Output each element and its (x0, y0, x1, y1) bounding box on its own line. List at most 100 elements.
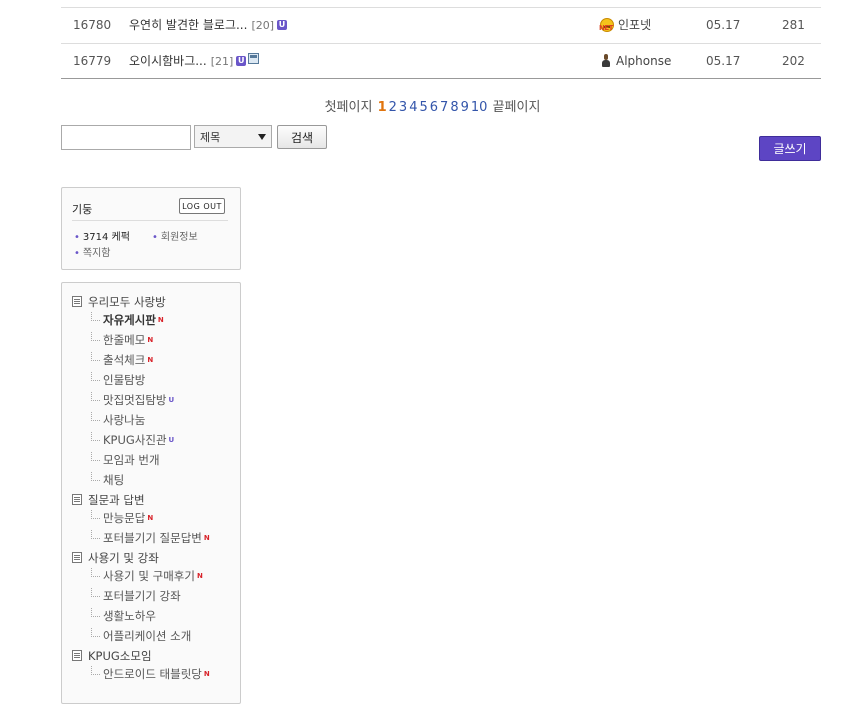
menu-category-label[interactable]: KPUG소모임 (88, 649, 152, 663)
tree-branch-icon (91, 432, 100, 441)
menu-item-label[interactable]: 자유게시판 (103, 313, 156, 327)
table-row[interactable]: 16779 오이시함바그... [21] U Alphonse 05.17 202 (61, 43, 821, 79)
menu-item-label[interactable]: 한줄메모 (103, 333, 145, 347)
menu-item-label[interactable]: 맛집멋집탐방 (103, 393, 166, 407)
menu-item-label[interactable]: 포터블기기 강좌 (103, 589, 181, 603)
member-info-link[interactable]: • 회원정보 (152, 228, 198, 243)
menu-item-android-tablet[interactable]: 안드로이드 태블릿당 N (91, 666, 210, 682)
member-level-icon (600, 54, 612, 68)
menu-category-label[interactable]: 사용기 및 강좌 (88, 551, 159, 565)
page-link[interactable]: 6 (430, 100, 438, 115)
new-badge: N (157, 316, 164, 324)
tree-branch-icon (91, 510, 100, 519)
menu-item-one-line-memo[interactable]: 한줄메모 N (91, 332, 153, 348)
menu-category[interactable]: 사용기 및 강좌 (72, 550, 159, 566)
menu-item-photo-gallery[interactable]: KPUG사진관 U (91, 432, 174, 448)
post-date: 05.17 (706, 18, 741, 32)
post-title[interactable]: 우연히 발견한 블로그... (129, 18, 247, 32)
page-link[interactable]: 2 (389, 100, 397, 115)
menu-item-label[interactable]: 안드로이드 태블릿당 (103, 667, 202, 681)
menu-item-label[interactable]: 만능문답 (103, 511, 145, 525)
tree-branch-icon (91, 352, 100, 361)
points-value[interactable]: 3714 케퍽 (83, 232, 130, 243)
tree-branch-icon (91, 332, 100, 341)
menu-item-label[interactable]: 모임과 번개 (103, 453, 160, 467)
first-page-link[interactable]: 첫페이지 (325, 100, 373, 115)
menu-category-label[interactable]: 질문과 답변 (88, 493, 145, 507)
points-link[interactable]: • 3714 케퍽 (74, 228, 130, 243)
updated-icon: U (236, 56, 247, 66)
menu-item-label[interactable]: 사용기 및 구매후기 (103, 569, 195, 583)
table-bottom-rule (61, 78, 821, 79)
pagination: 첫페이지 1 2 3 4 5 6 7 8 9 10 끝페이지 (0, 96, 865, 115)
bullet-icon: • (74, 232, 80, 243)
write-post-button[interactable]: 글쓰기 (759, 136, 821, 161)
menu-category[interactable]: 질문과 답변 (72, 492, 145, 508)
menu-item-label[interactable]: 출석체크 (103, 353, 145, 367)
search-input[interactable] (61, 125, 191, 150)
tree-branch-icon (91, 530, 100, 539)
menu-item-restaurants[interactable]: 맛집멋집탐방 U (91, 392, 174, 408)
last-page-link[interactable]: 끝페이지 (493, 100, 541, 115)
menu-item-qna[interactable]: 만능문답 N (91, 510, 153, 526)
menu-item-label[interactable]: 포터블기기 질문답변 (103, 531, 202, 545)
post-number: 16779 (73, 54, 112, 68)
menu-item-label[interactable]: 인물탐방 (103, 373, 145, 387)
menu-item-label[interactable]: 어플리케이션 소개 (103, 629, 191, 643)
page-link[interactable]: 9 (461, 100, 469, 115)
comment-count[interactable]: [20] (251, 19, 274, 32)
page-link[interactable]: 4 (409, 100, 417, 115)
menu-item-portable-tutorials[interactable]: 포터블기기 강좌 (91, 588, 181, 604)
menu-item-portable-qna[interactable]: 포터블기기 질문답변 N (91, 530, 210, 546)
menu-item-label[interactable]: 채팅 (103, 473, 124, 487)
post-title[interactable]: 오이시함바그... (129, 54, 207, 68)
post-title-link[interactable]: 우연히 발견한 블로그... [20] U (129, 7, 288, 44)
menu-category[interactable]: 우리모두 사랑방 (72, 294, 166, 310)
messages-link[interactable]: • 쪽지함 (74, 244, 111, 259)
post-writer[interactable]: NET 인포넷 (599, 7, 651, 43)
page-link[interactable]: 8 (450, 100, 458, 115)
menu-item-sharing[interactable]: 사랑나눔 (91, 412, 145, 428)
post-hits: 202 (782, 54, 805, 68)
menu-item-label[interactable]: 생활노하우 (103, 609, 156, 623)
username: 기둥 (72, 203, 93, 216)
menu-item-people[interactable]: 인물탐방 (91, 372, 145, 388)
tree-branch-icon (91, 312, 100, 321)
messages-label[interactable]: 쪽지함 (83, 248, 111, 259)
tree-branch-icon (91, 608, 100, 617)
menu-item-chat[interactable]: 채팅 (91, 472, 124, 488)
search-target-select[interactable]: 제목 (194, 125, 272, 148)
menu-item-label[interactable]: KPUG사진관 (103, 433, 167, 447)
menu-item-label[interactable]: 사랑나눔 (103, 413, 145, 427)
search-target-value: 제목 (200, 131, 221, 144)
menu-item-attendance[interactable]: 출석체크 N (91, 352, 153, 368)
post-title-link[interactable]: 오이시함바그... [21] U (129, 43, 260, 80)
page-link[interactable]: 5 (419, 100, 427, 115)
bullet-icon: • (152, 232, 158, 243)
menu-category[interactable]: KPUG소모임 (72, 648, 152, 664)
menu-item-free-board[interactable]: 자유게시판 N (91, 312, 164, 328)
page-link[interactable]: 7 (440, 100, 448, 115)
page-link[interactable]: 3 (399, 100, 407, 115)
bullet-icon: • (74, 248, 80, 259)
logout-button[interactable]: LOG OUT (179, 198, 225, 214)
image-attachment-icon (248, 53, 260, 64)
tree-branch-icon (91, 452, 100, 461)
writer-name[interactable]: Alphonse (616, 54, 671, 68)
menu-item-life-tips[interactable]: 생활노하우 (91, 608, 156, 624)
menu-item-apps[interactable]: 어플리케이션 소개 (91, 628, 191, 644)
menu-category-label[interactable]: 우리모두 사랑방 (88, 295, 166, 309)
menu-item-meetups[interactable]: 모임과 번개 (91, 452, 160, 468)
new-badge: N (147, 356, 154, 364)
comment-count[interactable]: [21] (211, 55, 234, 68)
new-badge: N (203, 534, 210, 542)
member-info-label[interactable]: 회원정보 (161, 232, 198, 243)
updated-badge: U (168, 436, 175, 444)
post-hits: 281 (782, 18, 805, 32)
writer-name[interactable]: 인포넷 (618, 18, 651, 32)
search-button[interactable]: 검색 (277, 125, 327, 149)
post-writer[interactable]: Alphonse (600, 43, 671, 79)
page-link[interactable]: 10 (471, 100, 488, 115)
table-row[interactable]: 16780 우연히 발견한 블로그... [20] U NET 인포넷 05.17 2… (61, 7, 821, 43)
menu-item-reviews[interactable]: 사용기 및 구매후기 N (91, 568, 203, 584)
